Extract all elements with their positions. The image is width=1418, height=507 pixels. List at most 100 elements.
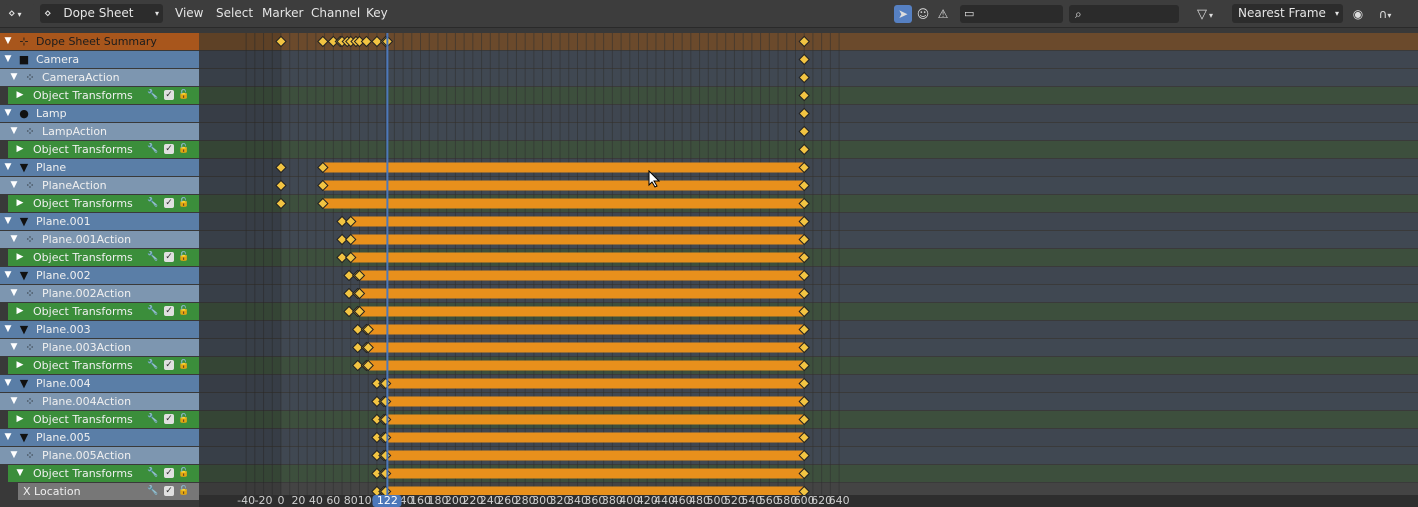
channel-row-action[interactable]: ▼ ⁘ Plane.001Action <box>0 231 199 248</box>
channel-row-channel[interactable]: X Location 🔧 ✓ 🔓 <box>18 483 199 500</box>
collapse-arrow-icon[interactable]: ▶ <box>14 357 26 374</box>
keyframe-area[interactable] <box>199 33 1418 507</box>
wrench-icon[interactable]: 🔧 <box>147 467 159 479</box>
channel-row-object[interactable]: ▼ ▼ Plane <box>0 159 199 176</box>
channel-row-action[interactable]: ▼ ⁘ Plane.005Action <box>0 447 199 464</box>
wrench-icon[interactable]: 🔧 <box>147 197 159 209</box>
channel-row-group[interactable]: ▶ Object Transforms 🔧 ✓ 🔓 <box>8 357 199 374</box>
mute-checkbox[interactable]: ✓ <box>164 414 174 424</box>
channel-row-group[interactable]: ▶ Object Transforms 🔧 ✓ 🔓 <box>8 249 199 266</box>
mute-checkbox[interactable]: ✓ <box>164 306 174 316</box>
filters-dropdown[interactable]: ▽ ▾ <box>1188 5 1222 23</box>
channel-row-action[interactable]: ▼ ⁘ Plane.002Action <box>0 285 199 302</box>
show-hidden-toggle[interactable]: ☺ <box>914 5 932 23</box>
collapse-arrow-icon[interactable]: ▶ <box>14 141 26 158</box>
channel-row-group[interactable]: ▼ Object Transforms 🔧 ✓ 🔓 <box>8 465 199 482</box>
unlock-icon[interactable]: 🔓 <box>178 251 190 263</box>
channel-row-group[interactable]: ▶ Object Transforms 🔧 ✓ 🔓 <box>8 411 199 428</box>
channel-row-summary[interactable]: ▼ ⊹ Dope Sheet Summary <box>0 33 199 50</box>
unlock-icon[interactable]: 🔓 <box>178 89 190 101</box>
expand-arrow-icon[interactable]: ▼ <box>8 177 20 194</box>
expand-arrow-icon[interactable]: ▼ <box>2 267 14 284</box>
unlock-icon[interactable]: 🔓 <box>178 197 190 209</box>
channel-row-group[interactable]: ▶ Object Transforms 🔧 ✓ 🔓 <box>8 141 199 158</box>
mute-checkbox[interactable]: ✓ <box>164 468 174 478</box>
collapse-arrow-icon[interactable]: ▶ <box>14 249 26 266</box>
only-selected-toggle[interactable]: ➤ <box>894 5 912 23</box>
unlock-icon[interactable]: 🔓 <box>178 467 190 479</box>
expand-arrow-icon[interactable]: ▼ <box>2 321 14 338</box>
mute-checkbox[interactable]: ✓ <box>164 198 174 208</box>
pre-start-shade <box>199 33 281 507</box>
collapse-arrow-icon[interactable]: ▶ <box>14 303 26 320</box>
channel-row-object[interactable]: ▼ ▼ Plane.003 <box>0 321 199 338</box>
falloff-dropdown[interactable]: ∩▾ <box>1370 5 1400 23</box>
expand-arrow-icon[interactable]: ▼ <box>2 51 14 68</box>
mute-checkbox[interactable]: ✓ <box>164 252 174 262</box>
channel-row-action[interactable]: ▼ ⁘ PlaneAction <box>0 177 199 194</box>
expand-arrow-icon[interactable]: ▼ <box>8 231 20 248</box>
expand-arrow-icon[interactable]: ▼ <box>2 33 14 50</box>
editor-type-dropdown[interactable]: ⋄ ▾ <box>4 4 36 23</box>
expand-arrow-icon[interactable]: ▼ <box>2 213 14 230</box>
channel-row-group[interactable]: ▶ Object Transforms 🔧 ✓ 🔓 <box>8 87 199 104</box>
wrench-icon[interactable]: 🔧 <box>147 143 159 155</box>
unlock-icon[interactable]: 🔓 <box>178 413 190 425</box>
expand-arrow-icon[interactable]: ▼ <box>2 429 14 446</box>
frame-ruler[interactable]: -40-200204060801001201401601802002202402… <box>199 495 1418 507</box>
channel-row-object[interactable]: ▼ ▼ Plane.002 <box>0 267 199 284</box>
unlock-icon[interactable]: 🔓 <box>178 485 190 497</box>
menu-key[interactable]: Key <box>366 4 388 23</box>
channel-row-action[interactable]: ▼ ⁘ LampAction <box>0 123 199 140</box>
expand-arrow-icon[interactable]: ▼ <box>8 285 20 302</box>
unlock-icon[interactable]: 🔓 <box>178 143 190 155</box>
proportional-edit-toggle[interactable]: ◉ <box>1349 5 1367 23</box>
wrench-icon[interactable]: 🔧 <box>147 485 159 497</box>
channel-row-group[interactable]: ▶ Object Transforms 🔧 ✓ 🔓 <box>8 303 199 320</box>
channel-row-object[interactable]: ▼ ▼ Plane.004 <box>0 375 199 392</box>
expand-arrow-icon[interactable]: ▼ <box>8 339 20 356</box>
expand-arrow-icon[interactable]: ▼ <box>8 447 20 464</box>
channel-row-group[interactable]: ▶ Object Transforms 🔧 ✓ 🔓 <box>8 195 199 212</box>
action-icon: ⁘ <box>25 179 35 192</box>
keyframe-canvas[interactable] <box>199 33 1418 507</box>
collapse-arrow-icon[interactable]: ▶ <box>14 411 26 428</box>
wrench-icon[interactable]: 🔧 <box>147 251 159 263</box>
channel-row-action[interactable]: ▼ ⁘ Plane.003Action <box>0 339 199 356</box>
channel-row-object[interactable]: ▼ ▼ Plane.001 <box>0 213 199 230</box>
mute-checkbox[interactable]: ✓ <box>164 360 174 370</box>
wrench-icon[interactable]: 🔧 <box>147 305 159 317</box>
channel-row-object[interactable]: ▼ ▼ Plane.005 <box>0 429 199 446</box>
mute-checkbox[interactable]: ✓ <box>164 144 174 154</box>
collapse-arrow-icon[interactable]: ▶ <box>14 195 26 212</box>
channel-row-action[interactable]: ▼ ⁘ Plane.004Action <box>0 393 199 410</box>
expand-arrow-icon[interactable]: ▼ <box>8 393 20 410</box>
wrench-icon[interactable]: 🔧 <box>147 359 159 371</box>
mode-dropdown[interactable]: ⋄ Dope Sheet ▾ <box>40 4 163 23</box>
expand-arrow-icon[interactable]: ▼ <box>14 465 26 482</box>
menu-select[interactable]: Select <box>216 4 253 23</box>
wrench-icon[interactable]: 🔧 <box>147 89 159 101</box>
expand-arrow-icon[interactable]: ▼ <box>2 159 14 176</box>
collection-filter-field[interactable]: ▭ <box>960 5 1063 23</box>
channel-row-action[interactable]: ▼ ⁘ CameraAction <box>0 69 199 86</box>
expand-arrow-icon[interactable]: ▼ <box>8 69 20 86</box>
unlock-icon[interactable]: 🔓 <box>178 359 190 371</box>
expand-arrow-icon[interactable]: ▼ <box>2 375 14 392</box>
current-frame-indicator[interactable]: 122 <box>372 495 402 507</box>
mute-checkbox[interactable]: ✓ <box>164 486 174 496</box>
menu-view[interactable]: View <box>175 4 203 23</box>
unlock-icon[interactable]: 🔓 <box>178 305 190 317</box>
expand-arrow-icon[interactable]: ▼ <box>8 123 20 140</box>
collapse-arrow-icon[interactable]: ▶ <box>14 87 26 104</box>
channel-row-object[interactable]: ▼ ■ Camera <box>0 51 199 68</box>
only-errors-toggle[interactable]: ⚠ <box>934 5 952 23</box>
wrench-icon[interactable]: 🔧 <box>147 413 159 425</box>
mute-checkbox[interactable]: ✓ <box>164 90 174 100</box>
menu-channel[interactable]: Channel <box>311 4 360 23</box>
expand-arrow-icon[interactable]: ▼ <box>2 105 14 122</box>
menu-marker[interactable]: Marker <box>262 4 303 23</box>
channel-row-object[interactable]: ▼ ● Lamp <box>0 105 199 122</box>
search-input[interactable]: ⌕ <box>1069 5 1179 23</box>
snap-mode-dropdown[interactable]: Nearest Frame ▾ <box>1232 4 1343 23</box>
